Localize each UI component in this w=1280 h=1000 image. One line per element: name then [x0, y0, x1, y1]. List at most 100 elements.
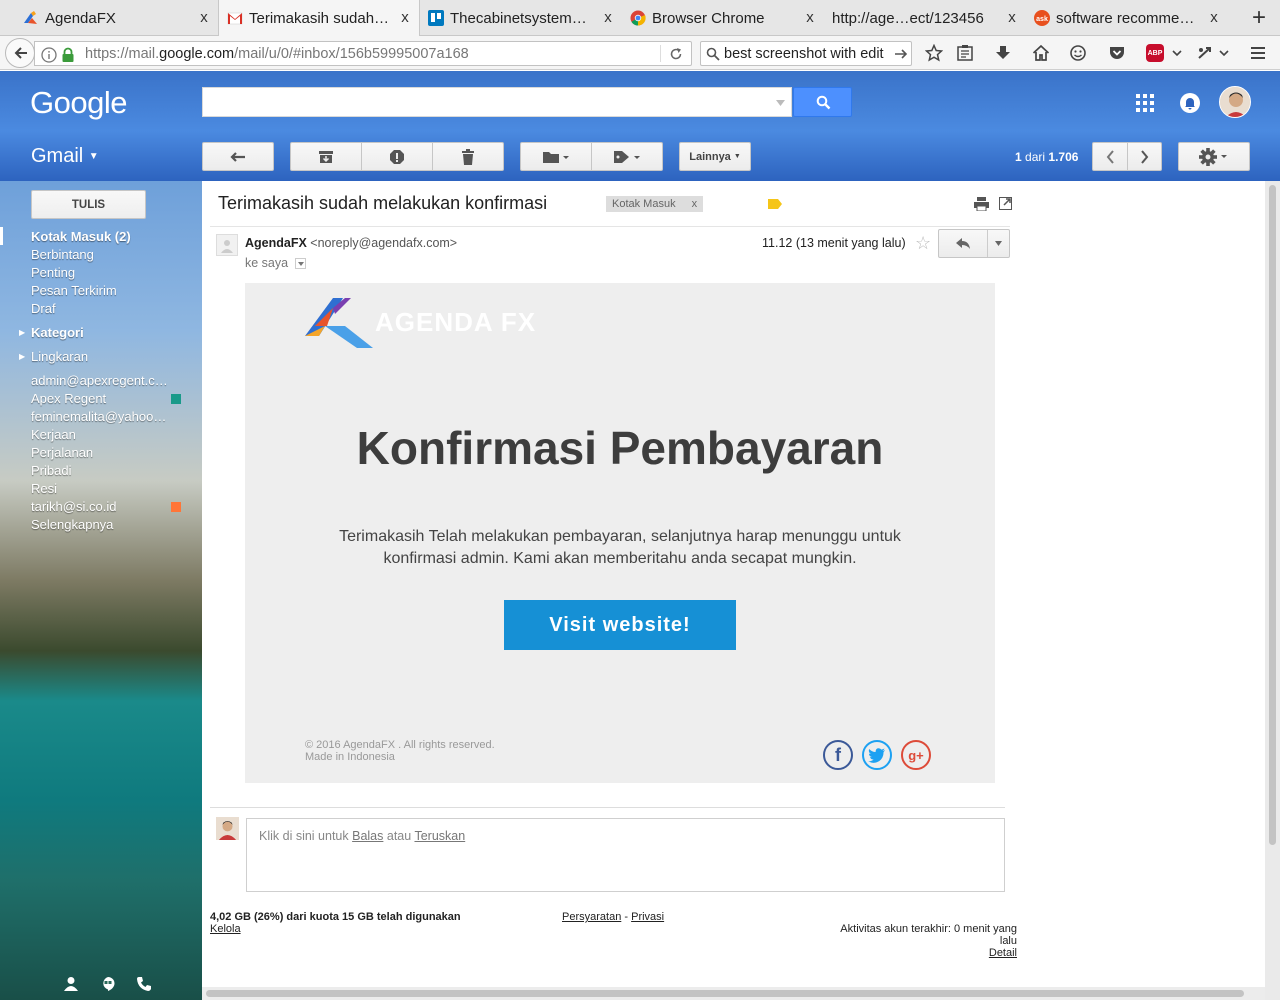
account-avatar[interactable]: [1219, 86, 1251, 118]
new-tab-button[interactable]: +: [1252, 3, 1266, 33]
newer-button[interactable]: [1092, 142, 1128, 171]
compose-button[interactable]: TULIS: [31, 190, 146, 219]
sender-name[interactable]: AgendaFX: [245, 236, 307, 250]
label-color-swatch: [171, 394, 181, 404]
agendafx-icon: [24, 11, 37, 24]
scrollbar-thumb[interactable]: [1269, 185, 1276, 845]
move-to-button[interactable]: [520, 142, 592, 171]
close-tab-icon[interactable]: x: [802, 9, 818, 26]
reading-list-icon[interactable]: [956, 44, 974, 62]
label-item[interactable]: Kerjaan: [31, 427, 76, 442]
reply-link[interactable]: Balas: [352, 829, 383, 843]
apps-grid-icon[interactable]: [1136, 94, 1154, 112]
delete-button[interactable]: [432, 142, 504, 171]
details-link[interactable]: Detail: [989, 947, 1017, 959]
horizontal-scrollbar[interactable]: [202, 987, 1265, 1000]
print-icon[interactable]: [974, 197, 989, 211]
notification-bell-icon[interactable]: [1180, 93, 1200, 113]
reply-or: atau: [386, 829, 412, 843]
smiley-icon[interactable]: [1069, 44, 1087, 62]
close-tab-icon[interactable]: x: [196, 9, 212, 26]
google-logo[interactable]: Google: [30, 85, 127, 121]
back-to-inbox-button[interactable]: [202, 142, 274, 171]
report-spam-button[interactable]: [361, 142, 433, 171]
older-button[interactable]: [1127, 142, 1162, 171]
gmail-menu[interactable]: Gmail ▼: [31, 145, 99, 168]
hangouts-icon[interactable]: [100, 976, 116, 992]
settings-button[interactable]: [1178, 142, 1250, 171]
agendafx-logo-icon[interactable]: [305, 296, 375, 348]
tab-agendafx-project[interactable]: http://age…ect/123456 x: [824, 0, 1026, 36]
info-icon[interactable]: [41, 47, 57, 63]
nav-item-important[interactable]: Penting: [31, 265, 75, 280]
dropdown-caret-icon[interactable]: [776, 100, 785, 106]
more-button[interactable]: Lainnya ▼: [679, 142, 751, 171]
home-icon[interactable]: [1032, 44, 1050, 62]
remove-label-icon[interactable]: x: [692, 198, 698, 210]
tab-ask[interactable]: ask software recomme… x: [1026, 0, 1228, 36]
extension-icon[interactable]: [1196, 44, 1214, 62]
facebook-icon[interactable]: f: [823, 740, 853, 770]
nav-item-drafts[interactable]: Draf: [31, 301, 56, 316]
bookmark-star-icon[interactable]: [925, 44, 943, 62]
browser-search-input[interactable]: best screenshot with edit: [724, 46, 894, 62]
tab-gmail[interactable]: Terimakasih sudah… x: [218, 0, 420, 36]
importance-marker-icon[interactable]: [768, 199, 782, 209]
nav-item-inbox[interactable]: Kotak Masuk (2): [31, 229, 131, 244]
mail-search-input[interactable]: [202, 87, 792, 117]
nav-item-starred[interactable]: Berbintang: [31, 247, 94, 262]
pocket-icon[interactable]: [1108, 44, 1126, 62]
new-window-icon[interactable]: [999, 197, 1012, 210]
visit-website-button[interactable]: Visit website!: [504, 600, 736, 650]
chevron-down-icon[interactable]: [1218, 44, 1230, 62]
chevron-down-icon[interactable]: [1171, 44, 1183, 62]
privacy-link[interactable]: Privasi: [631, 911, 664, 923]
quick-reply-box[interactable]: Klik di sini untuk Balas atau Teruskan: [246, 818, 1005, 892]
reply-button[interactable]: [939, 230, 987, 257]
forward-link[interactable]: Teruskan: [414, 829, 465, 843]
archive-button[interactable]: [290, 142, 362, 171]
arrow-right-icon[interactable]: [894, 47, 908, 61]
label-item[interactable]: tarikh@si.co.id: [31, 499, 116, 514]
scrollbar-thumb[interactable]: [206, 990, 1244, 997]
tab-trello[interactable]: Thecabinetsystem… x: [420, 0, 622, 36]
expand-triangle-icon[interactable]: ▶: [19, 352, 25, 361]
manage-link[interactable]: Kelola: [210, 923, 241, 935]
label-item[interactable]: Apex Regent: [31, 391, 106, 406]
labels-button[interactable]: [591, 142, 663, 171]
tab-agendafx[interactable]: AgendaFX x: [15, 0, 218, 36]
google-plus-icon[interactable]: g+: [901, 740, 931, 770]
label-item[interactable]: admin@apexregent.c…: [31, 373, 171, 388]
nav-item-sent[interactable]: Pesan Terkirim: [31, 283, 117, 298]
label-item[interactable]: Pribadi: [31, 463, 71, 478]
expand-triangle-icon[interactable]: ▶: [19, 328, 25, 337]
url-bar[interactable]: https://mail.google.com/mail/u/0/#inbox/…: [34, 41, 692, 66]
more-labels-link[interactable]: Selengkapnya: [31, 517, 113, 532]
terms-link[interactable]: Persyaratan: [562, 911, 621, 923]
phone-icon[interactable]: [136, 976, 152, 992]
contacts-person-icon[interactable]: [64, 976, 78, 992]
inbox-label-chip[interactable]: Kotak Masuk x: [606, 196, 704, 212]
mail-search-button[interactable]: [793, 87, 852, 117]
more-reply-options[interactable]: [988, 230, 1009, 257]
download-icon[interactable]: [994, 44, 1012, 62]
hamburger-menu-icon[interactable]: [1249, 44, 1267, 62]
close-tab-icon[interactable]: x: [397, 9, 413, 26]
label-item[interactable]: feminemalita@yahoo…: [31, 409, 171, 424]
vertical-scrollbar[interactable]: [1265, 181, 1280, 1000]
close-tab-icon[interactable]: x: [1206, 9, 1222, 26]
nav-item-circles[interactable]: Lingkaran: [31, 349, 88, 364]
reload-icon[interactable]: [669, 47, 683, 61]
close-tab-icon[interactable]: x: [600, 9, 616, 26]
nav-item-categories[interactable]: Kategori: [31, 325, 84, 340]
label-item[interactable]: Perjalanan: [31, 445, 93, 460]
adblock-icon[interactable]: ABP: [1146, 44, 1164, 62]
browser-search-bar[interactable]: best screenshot with edit: [700, 41, 912, 66]
twitter-icon[interactable]: [862, 740, 892, 770]
label-item[interactable]: Resi: [31, 481, 57, 496]
close-tab-icon[interactable]: x: [1004, 9, 1020, 26]
back-button[interactable]: [5, 38, 35, 68]
details-dropdown[interactable]: [294, 258, 306, 270]
tab-chrome[interactable]: Browser Chrome x: [622, 0, 824, 36]
star-icon[interactable]: ☆: [915, 233, 931, 254]
